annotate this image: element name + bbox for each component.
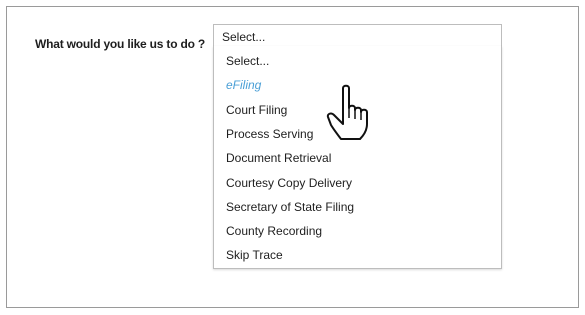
option-process-serving[interactable]: Process Serving xyxy=(226,127,313,141)
service-select[interactable]: Select... xyxy=(213,24,502,47)
service-dropdown-list: Select... eFiling Court Filing Process S… xyxy=(213,46,502,269)
option-court-filing[interactable]: Court Filing xyxy=(226,103,287,117)
option-courtesy-copy-delivery[interactable]: Courtesy Copy Delivery xyxy=(226,176,352,190)
hand-pointer-icon xyxy=(326,84,368,140)
option-skip-trace[interactable]: Skip Trace xyxy=(226,248,283,262)
option-secretary-of-state-filing[interactable]: Secretary of State Filing xyxy=(226,200,354,214)
option-select[interactable]: Select... xyxy=(226,54,269,68)
question-label: What would you like us to do ? xyxy=(35,37,205,51)
select-current-value: Select... xyxy=(222,30,266,44)
option-document-retrieval[interactable]: Document Retrieval xyxy=(226,151,331,165)
option-county-recording[interactable]: County Recording xyxy=(226,224,322,238)
option-efiling[interactable]: eFiling xyxy=(226,78,261,92)
